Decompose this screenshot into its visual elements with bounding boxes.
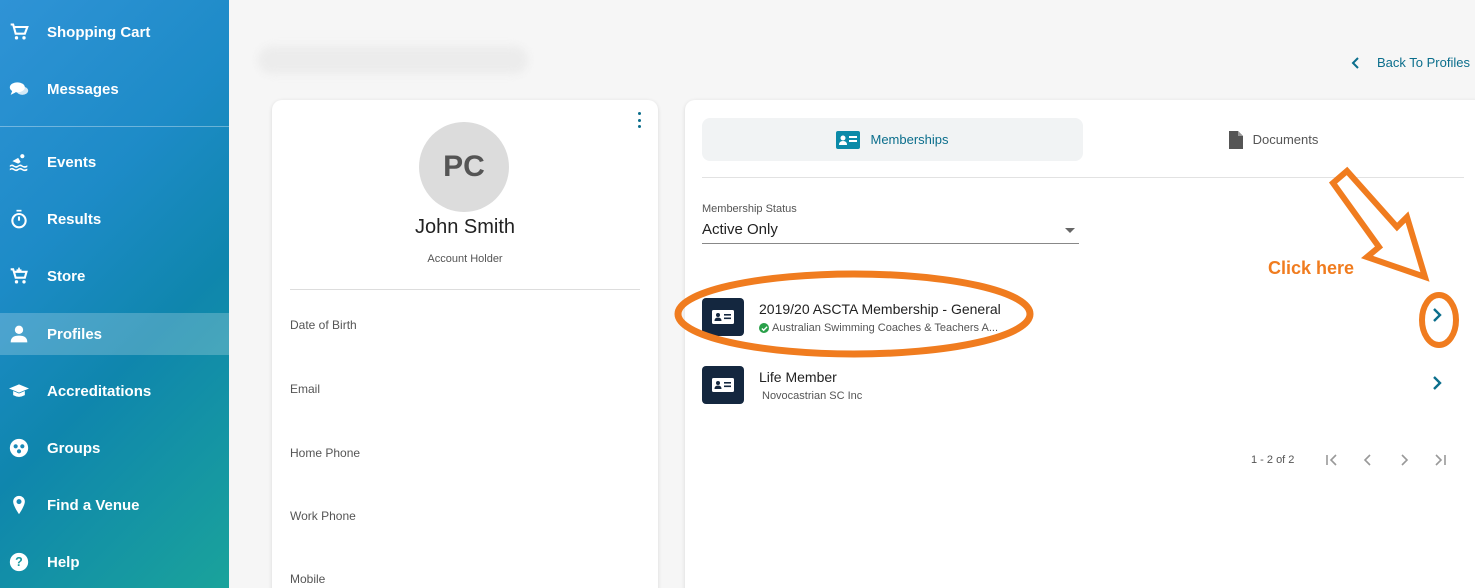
basket-icon	[8, 265, 30, 287]
sidebar-item-label: Store	[47, 267, 86, 285]
sidebar-item-results[interactable]: Results	[0, 198, 229, 240]
highlight-small-ellipse	[1419, 292, 1459, 348]
group-icon	[8, 437, 30, 459]
membership-org: Novocastrian SC Inc	[759, 390, 862, 402]
sidebar-item-label: Profiles	[47, 325, 103, 343]
prev-page-icon[interactable]	[1350, 450, 1386, 470]
tab-documents[interactable]: Documents	[1083, 118, 1464, 161]
stopwatch-icon	[8, 208, 30, 230]
sidebar-divider	[0, 126, 229, 127]
membership-status-select[interactable]: Active Only	[702, 218, 1079, 244]
graduation-cap-icon	[8, 380, 30, 402]
back-to-profiles-link[interactable]: Back To Profiles	[1350, 55, 1470, 70]
tab-memberships[interactable]: Memberships	[702, 118, 1083, 161]
help-icon: ?	[8, 551, 30, 573]
tabs: Memberships Documents	[702, 118, 1464, 162]
sidebar-item-label: Accreditations	[47, 382, 152, 400]
sidebar-item-label: Shopping Cart	[47, 23, 151, 41]
chat-icon	[8, 78, 30, 100]
more-options-icon[interactable]	[634, 110, 644, 130]
avatar: PC	[419, 122, 509, 212]
profile-card: PC John Smith Account Holder Date of Bir…	[272, 100, 658, 588]
pagination: 1 - 2 of 2	[1251, 450, 1458, 470]
sidebar-item-groups[interactable]: Groups	[0, 427, 229, 469]
membership-row[interactable]: Life Member Novocastrian SC Inc	[702, 366, 1464, 416]
sidebar-item-messages[interactable]: Messages	[0, 68, 229, 110]
page-range: 1 - 2 of 2	[1251, 454, 1295, 466]
user-icon	[8, 323, 30, 345]
sidebar-item-label: Find a Venue	[47, 496, 140, 514]
document-icon	[1228, 130, 1243, 149]
membership-status-label: Membership Status	[702, 203, 797, 215]
caret-down-icon	[1065, 228, 1075, 233]
sidebar-item-label: Results	[47, 210, 102, 228]
profile-name: John Smith	[414, 216, 516, 238]
last-page-icon[interactable]	[1422, 450, 1458, 470]
field-label-home-phone: Home Phone	[290, 446, 361, 460]
membership-card-icon	[702, 366, 744, 404]
sidebar-item-find-a-venue[interactable]: Find a Venue	[0, 484, 229, 526]
profile-role: Account Holder	[427, 253, 503, 265]
cart-icon	[8, 21, 30, 43]
sidebar-item-label: Groups	[47, 439, 101, 457]
tab-label: Documents	[1252, 132, 1319, 147]
sidebar-item-profiles[interactable]: Profiles	[0, 313, 229, 355]
sidebar-item-label: Help	[47, 553, 80, 571]
swimmer-icon	[8, 151, 30, 173]
sidebar-item-label: Messages	[47, 80, 119, 98]
first-page-icon[interactable]	[1314, 450, 1350, 470]
profile-divider	[290, 289, 640, 290]
sidebar-item-label: Events	[47, 153, 97, 171]
chevron-left-icon	[1351, 56, 1359, 69]
membership-title: Life Member	[759, 369, 837, 385]
sidebar-item-store[interactable]: Store	[0, 255, 229, 297]
id-card-icon	[836, 130, 861, 149]
click-here-annotation: Click here	[1268, 258, 1355, 278]
field-label-date-of-birth: Date of Birth	[290, 318, 357, 332]
tab-label: Memberships	[870, 132, 949, 147]
field-label-email: Email	[290, 382, 321, 396]
sidebar-item-accreditations[interactable]: Accreditations	[0, 370, 229, 412]
sidebar-item-help[interactable]: ? Help	[0, 541, 229, 583]
chevron-right-icon[interactable]	[1430, 376, 1444, 390]
sidebar-item-shopping-cart[interactable]: Shopping Cart	[0, 11, 229, 53]
map-pin-icon	[8, 494, 30, 516]
svg-text:?: ?	[15, 555, 23, 569]
highlight-ellipse	[674, 270, 1034, 358]
membership-org-label: Novocastrian SC Inc	[762, 390, 863, 402]
redacted-page-title	[258, 46, 528, 74]
field-label-work-phone: Work Phone	[290, 509, 356, 523]
field-label-mobile: Mobile	[290, 572, 326, 586]
next-page-icon[interactable]	[1386, 450, 1422, 470]
back-link-label: Back To Profiles	[1377, 55, 1470, 70]
sidebar: Shopping Cart Messages Events Results St…	[0, 0, 229, 588]
select-value: Active Only	[702, 221, 778, 238]
sidebar-item-events[interactable]: Events	[0, 141, 229, 183]
